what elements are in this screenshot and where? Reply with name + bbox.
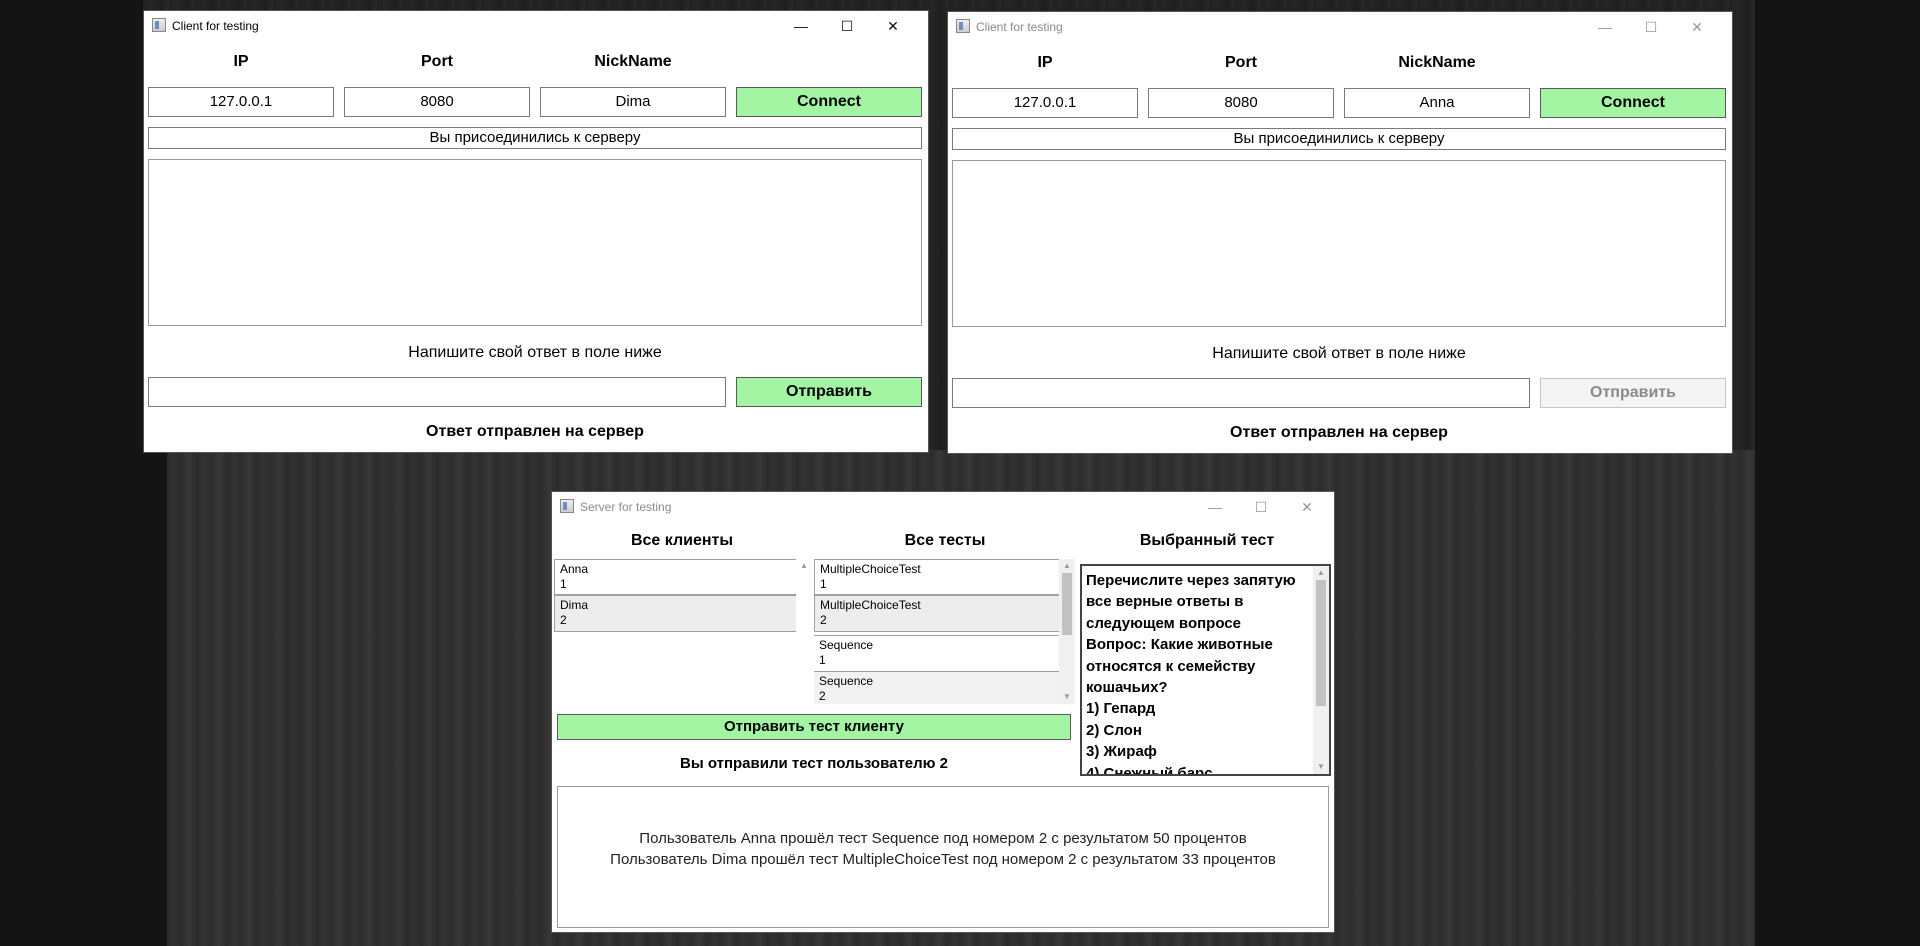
server-window: Server for testing — ☐ ✕ Все клиенты Все… bbox=[552, 492, 1334, 932]
ip-label: IP bbox=[233, 53, 249, 70]
send-result: Ответ отправлен на сервер bbox=[426, 423, 644, 440]
maximize-icon[interactable]: ☐ bbox=[824, 11, 870, 41]
title-bar[interactable]: Server for testing — ☐ ✕ bbox=[552, 492, 1334, 522]
selected-test-line: 2) Слон bbox=[1086, 721, 1142, 739]
client-name: Anna bbox=[560, 562, 589, 576]
answer-prompt: Напишите свой ответ в поле ниже bbox=[1212, 345, 1466, 362]
client-id: 2 bbox=[560, 613, 567, 627]
test-id: 1 bbox=[819, 653, 826, 667]
client-id: 1 bbox=[560, 577, 567, 591]
send-result: Ответ отправлен на сервер bbox=[1230, 424, 1448, 441]
window-title: Server for testing bbox=[580, 500, 672, 514]
list-item[interactable]: MultipleChoiceTest 1 bbox=[814, 559, 1062, 595]
tests-list[interactable]: MultipleChoiceTest 1 MultipleChoiceTest … bbox=[814, 559, 1062, 704]
scroll-up-icon[interactable]: ▲ bbox=[1313, 566, 1329, 580]
minimize-icon[interactable]: — bbox=[1192, 492, 1238, 522]
scroll-thumb[interactable] bbox=[1316, 580, 1326, 706]
test-id: 2 bbox=[819, 689, 826, 703]
close-icon[interactable]: ✕ bbox=[870, 11, 916, 41]
clients-list[interactable]: Anna 1 Dima 2 bbox=[554, 559, 798, 635]
log-entry: Пользователь Anna прошёл тест Sequence п… bbox=[639, 830, 1247, 847]
selected-test-line: все верные ответы в bbox=[1086, 593, 1244, 611]
window-title: Client for testing bbox=[976, 20, 1063, 34]
question-display bbox=[148, 159, 922, 326]
scroll-thumb[interactable] bbox=[1062, 573, 1072, 635]
list-item[interactable]: Sequence 1 bbox=[814, 635, 1062, 671]
answer-prompt: Напишите свой ответ в поле ниже bbox=[408, 344, 662, 361]
app-icon bbox=[956, 19, 970, 33]
test-name: Sequence bbox=[819, 674, 874, 688]
scroll-up-icon[interactable]: ▲ bbox=[796, 559, 812, 573]
nickname-label: NickName bbox=[1398, 54, 1476, 71]
connect-button[interactable]: Connect bbox=[1540, 88, 1726, 118]
scroll-up-icon[interactable]: ▲ bbox=[1059, 559, 1075, 573]
client-window-anna: Client for testing — ☐ ✕ IP Port NickNam… bbox=[948, 12, 1732, 453]
selected-test-line: Вопрос: Какие животные bbox=[1086, 636, 1273, 654]
scroll-down-icon[interactable]: ▼ bbox=[1313, 760, 1329, 774]
send-answer-button[interactable]: Отправить bbox=[1540, 378, 1726, 408]
list-item[interactable]: Dima 2 bbox=[554, 595, 798, 632]
scroll-down-icon[interactable]: ▼ bbox=[1059, 690, 1075, 704]
selected-test-scrollbar[interactable]: ▲ ▼ bbox=[1313, 566, 1329, 774]
selected-test-header: Выбранный тест bbox=[1139, 532, 1275, 549]
selected-test-display: Перечислите через запятую все верные отв… bbox=[1080, 564, 1331, 776]
send-test-status: Вы отправили тест пользователю 2 bbox=[680, 755, 948, 772]
tests-scrollbar[interactable]: ▲ ▼ bbox=[1059, 559, 1075, 704]
maximize-icon[interactable]: ☐ bbox=[1238, 492, 1284, 522]
test-name: MultipleChoiceTest bbox=[820, 598, 921, 612]
selected-test-line: 3) Жираф bbox=[1086, 743, 1157, 761]
ip-label: IP bbox=[1037, 54, 1053, 71]
answer-input[interactable] bbox=[148, 377, 726, 407]
selected-test-line: следующем вопросе bbox=[1086, 614, 1241, 632]
connection-status: Вы присоединились к серверу bbox=[952, 128, 1726, 150]
connection-status: Вы присоединились к серверу bbox=[148, 127, 922, 149]
test-id: 2 bbox=[820, 613, 827, 627]
app-icon bbox=[560, 499, 574, 513]
port-field[interactable]: 8080 bbox=[344, 87, 530, 117]
list-item[interactable]: Sequence 2 bbox=[814, 671, 1062, 704]
ip-field[interactable]: 127.0.0.1 bbox=[148, 87, 334, 117]
connect-button[interactable]: Connect bbox=[736, 87, 922, 117]
selected-test-line: кошачьих? bbox=[1086, 679, 1168, 697]
selected-test-line: Перечислите через запятую bbox=[1086, 572, 1296, 589]
nickname-label: NickName bbox=[594, 53, 672, 70]
list-item[interactable]: Anna 1 bbox=[554, 559, 798, 595]
clients-scrollbar[interactable]: ▲ bbox=[796, 559, 812, 704]
port-label: Port bbox=[421, 53, 453, 70]
clients-header: Все клиенты bbox=[630, 532, 734, 549]
minimize-icon[interactable]: — bbox=[1582, 12, 1628, 42]
answer-input[interactable] bbox=[952, 378, 1530, 408]
ip-field[interactable]: 127.0.0.1 bbox=[952, 88, 1138, 118]
test-name: MultipleChoiceTest bbox=[820, 562, 921, 576]
nickname-field[interactable]: Anna bbox=[1344, 88, 1530, 118]
tests-header: Все тесты bbox=[904, 532, 986, 549]
title-bar[interactable]: Client for testing — ☐ ✕ bbox=[948, 12, 1732, 42]
question-display bbox=[952, 160, 1726, 327]
selected-test-line: 1) Гепард bbox=[1086, 700, 1156, 718]
log-entry: Пользователь Dima прошёл тест MultipleCh… bbox=[610, 851, 1276, 868]
selected-test-line: 4) Снежный барс bbox=[1086, 764, 1213, 776]
port-label: Port bbox=[1225, 54, 1257, 71]
title-bar[interactable]: Client for testing — ☐ ✕ bbox=[144, 11, 928, 41]
close-icon[interactable]: ✕ bbox=[1674, 12, 1720, 42]
send-test-button[interactable]: Отправить тест клиенту bbox=[557, 714, 1071, 740]
close-icon[interactable]: ✕ bbox=[1284, 492, 1330, 522]
send-answer-button[interactable]: Отправить bbox=[736, 377, 922, 407]
client-window-dima: Client for testing — ☐ ✕ IP Port NickNam… bbox=[144, 11, 928, 452]
app-icon bbox=[152, 18, 166, 32]
maximize-icon[interactable]: ☐ bbox=[1628, 12, 1674, 42]
port-field[interactable]: 8080 bbox=[1148, 88, 1334, 118]
client-name: Dima bbox=[560, 598, 589, 612]
selected-test-line: относятся к семейству bbox=[1086, 657, 1256, 675]
test-id: 1 bbox=[820, 577, 827, 591]
nickname-field[interactable]: Dima bbox=[540, 87, 726, 117]
window-title: Client for testing bbox=[172, 19, 259, 33]
list-item[interactable]: MultipleChoiceTest 2 bbox=[814, 595, 1062, 632]
test-name: Sequence bbox=[819, 638, 874, 652]
minimize-icon[interactable]: — bbox=[778, 11, 824, 41]
results-log: Пользователь Anna прошёл тест Sequence п… bbox=[557, 786, 1329, 928]
